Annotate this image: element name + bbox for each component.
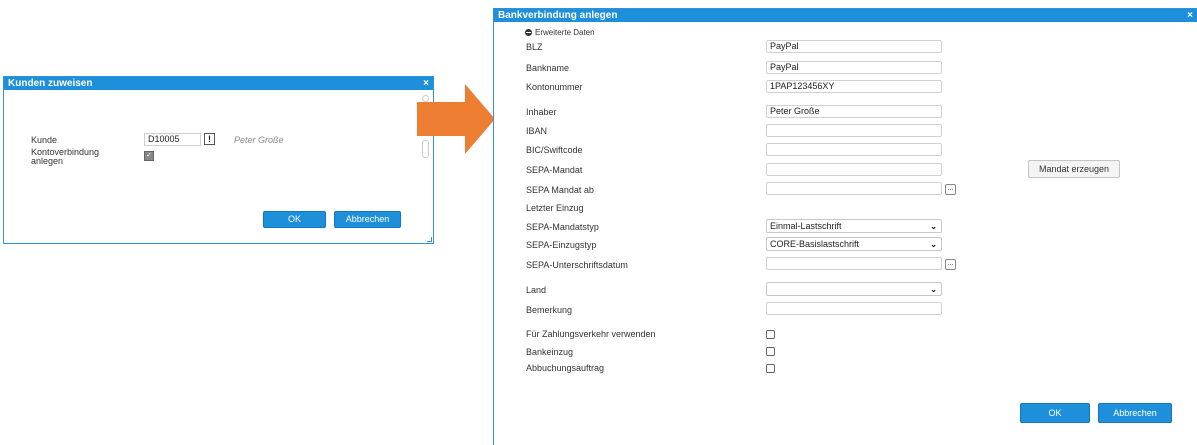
ok-button[interactable]: OK: [263, 211, 326, 228]
inhaber-label: Inhaber: [526, 107, 557, 117]
bic-input[interactable]: [766, 143, 942, 156]
sepa-mandat-ab-input[interactable]: [766, 182, 942, 195]
collapse-icon[interactable]: [525, 29, 532, 36]
close-icon[interactable]: ×: [1187, 9, 1193, 22]
zahlungsverkehr-checkbox[interactable]: [766, 330, 775, 339]
kontoverbindung-label: Kontoverbindung anlegen: [31, 147, 100, 166]
chevron-down-icon: ⌄: [930, 240, 937, 249]
abbuchung-checkbox[interactable]: [766, 364, 775, 373]
dialog-titlebar[interactable]: Bankverbindung anlegen ×: [494, 9, 1197, 22]
zahlungsverkehr-label: Für Zahlungsverkehr verwenden: [526, 329, 656, 339]
mandat-erzeugen-button[interactable]: Mandat erzeugen: [1028, 160, 1120, 178]
mandatstyp-value: Einmal-Lastschrift: [770, 221, 842, 231]
chevron-down-icon: ⌄: [930, 222, 937, 231]
einzugstyp-label: SEPA-Einzugstyp: [526, 240, 597, 250]
dialog-title: Bankverbindung anlegen: [498, 10, 618, 21]
bemerkung-label: Bemerkung: [526, 305, 573, 315]
inhaber-input[interactable]: Peter Große: [766, 105, 942, 118]
bankeinzug-label: Bankeinzug: [526, 347, 574, 357]
iban-input[interactable]: [766, 124, 942, 137]
kunde-label: Kunde: [31, 135, 58, 145]
einzugstyp-value: CORE-Basislastschrift: [770, 239, 860, 249]
customer-name: Peter Große: [234, 135, 284, 145]
sepa-mandat-label: SEPA-Mandat: [526, 165, 583, 175]
bankname-label: Bankname: [526, 63, 570, 73]
mandatstyp-label: SEPA-Mandatstyp: [526, 222, 599, 232]
iban-label: IBAN: [526, 126, 548, 136]
unterschriftsdatum-input[interactable]: [766, 257, 942, 270]
ok-button[interactable]: OK: [1020, 403, 1090, 423]
calendar-icon[interactable]: ...: [945, 259, 956, 270]
unterschriftsdatum-label: SEPA-Unterschriftsdatum: [526, 260, 628, 270]
kunde-input[interactable]: D10005: [144, 133, 201, 146]
blz-label: BLZ: [526, 42, 543, 52]
abbuchung-label: Abbuchungsauftrag: [526, 363, 605, 373]
bankverbindung-dialog: Bankverbindung anlegen × Erweiterte Date…: [493, 8, 1197, 445]
sepa-mandat-input[interactable]: [766, 163, 942, 176]
bic-label: BIC/Swiftcode: [526, 145, 583, 155]
calendar-icon[interactable]: ...: [945, 184, 956, 195]
dialog-titlebar[interactable]: Kunden zuweisen ×: [4, 77, 433, 90]
kontonummer-label: Kontonummer: [526, 82, 583, 92]
kunden-zuweisen-dialog: Kunden zuweisen × Kunde D10005 ! Peter G…: [3, 76, 434, 244]
warning-icon[interactable]: !: [204, 133, 215, 145]
land-label: Land: [526, 285, 547, 295]
cancel-button[interactable]: Abbrechen: [334, 211, 401, 228]
bemerkung-input[interactable]: [766, 302, 942, 315]
einzugstyp-select[interactable]: CORE-Basislastschrift ⌄: [766, 237, 942, 251]
chevron-down-icon: ⌄: [930, 285, 937, 294]
bankname-input[interactable]: PayPal: [766, 61, 942, 74]
letzter-einzug-label: Letzter Einzug: [526, 203, 584, 213]
land-select[interactable]: ⌄: [766, 282, 942, 296]
arrow-right-icon: [417, 84, 495, 154]
mandatstyp-select[interactable]: Einmal-Lastschrift ⌄: [766, 219, 942, 233]
kontonummer-input[interactable]: 1PAP123456XY: [766, 80, 942, 93]
cancel-button[interactable]: Abbrechen: [1098, 403, 1172, 423]
sepa-mandat-ab-label: SEPA Mandat ab: [526, 185, 594, 195]
resize-handle[interactable]: [427, 237, 432, 242]
blz-input[interactable]: PayPal: [766, 40, 942, 53]
kontoverbindung-checkbox[interactable]: ✓: [144, 151, 154, 161]
section-toggle-label[interactable]: Erweiterte Daten: [535, 28, 595, 38]
dialog-title: Kunden zuweisen: [8, 78, 93, 89]
bankeinzug-checkbox[interactable]: [766, 347, 775, 356]
